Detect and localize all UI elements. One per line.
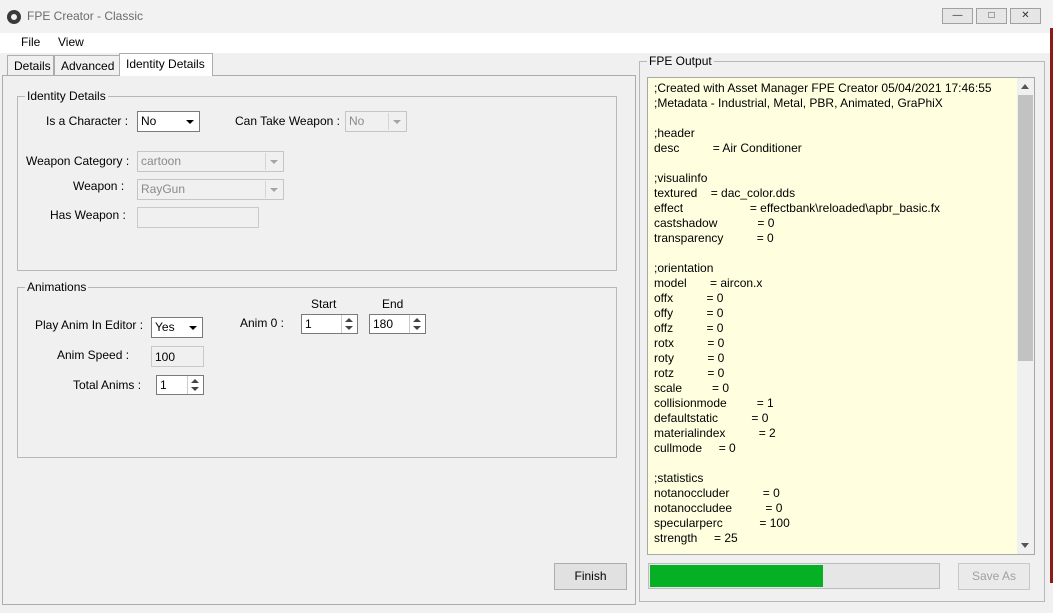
progress-fill [650,565,823,587]
anim-0-start-stepper[interactable]: 1 [301,314,358,334]
tab-details[interactable]: Details [7,55,54,75]
weapon-category-value: cartoon [141,154,182,168]
can-take-weapon-combo[interactable]: No [345,111,407,132]
identity-group-title: Identity Details [25,89,108,103]
menu-file[interactable]: File [21,35,40,49]
can-take-weapon-value: No [349,114,365,128]
tab-advanced[interactable]: Advanced [54,55,120,75]
total-anims-value: 1 [160,378,167,392]
tab-identity-details[interactable]: Identity Details [119,53,213,76]
anim-0-end-value: 180 [373,317,394,331]
progress-bar [648,563,940,589]
spin-arrows-icon[interactable] [341,315,357,333]
can-take-weapon-label: Can Take Weapon : [235,114,340,128]
play-anim-combo[interactable]: Yes [151,317,203,338]
scroll-up-icon[interactable] [1021,84,1029,89]
chevron-down-icon [185,319,201,336]
play-anim-value: Yes [155,320,175,334]
weapon-category-label: Weapon Category : [26,154,130,168]
close-button[interactable]: ✕ [1010,8,1041,24]
anim-0-end-stepper[interactable]: 180 [369,314,426,334]
scroll-thumb[interactable] [1018,95,1033,361]
anim-speed-label: Anim Speed : [57,348,130,362]
save-as-button[interactable]: Save As [958,563,1030,590]
has-weapon-field[interactable] [137,207,259,228]
output-scrollbar[interactable] [1017,78,1034,554]
weapon-category-combo[interactable]: cartoon [137,151,284,172]
is-character-combo[interactable]: No [137,111,200,132]
chevron-down-icon [265,181,282,198]
window-title: FPE Creator - Classic [27,9,144,23]
anim-0-label: Anim 0 : [240,316,285,330]
animations-group-title: Animations [25,280,89,294]
end-header: End [382,297,404,311]
fpe-output-title: FPE Output [647,54,714,68]
title-bar [0,0,1053,33]
maximize-button[interactable]: □ [976,8,1007,24]
anim-speed-field[interactable]: 100 [151,346,204,367]
weapon-label: Weapon : [73,179,125,193]
minimize-button[interactable]: — [942,8,973,24]
animations-group [17,287,617,458]
menu-view[interactable]: View [58,35,84,49]
fpe-output-text: ;Created with Asset Manager FPE Creator … [654,81,992,545]
menu-bar [0,33,1053,53]
total-anims-label: Total Anims : [73,378,142,392]
scroll-down-icon[interactable] [1021,543,1029,548]
fpe-output-textbox[interactable]: ;Created with Asset Manager FPE Creator … [647,77,1035,555]
weapon-value: RayGun [141,182,186,196]
chevron-down-icon [265,153,282,170]
total-anims-stepper[interactable]: 1 [156,375,204,395]
chevron-down-icon [388,113,405,130]
spin-arrows-icon[interactable] [187,376,203,394]
start-header: Start [311,297,337,311]
is-character-label: Is a Character : [46,114,129,128]
spin-arrows-icon[interactable] [409,315,425,333]
weapon-combo[interactable]: RayGun [137,179,284,200]
has-weapon-label: Has Weapon : [50,208,126,222]
play-anim-label: Play Anim In Editor : [35,318,144,332]
chevron-down-icon [182,113,198,130]
finish-button[interactable]: Finish [554,563,627,590]
is-character-value: No [141,114,157,128]
app-icon [7,10,21,24]
anim-0-start-value: 1 [305,317,312,331]
